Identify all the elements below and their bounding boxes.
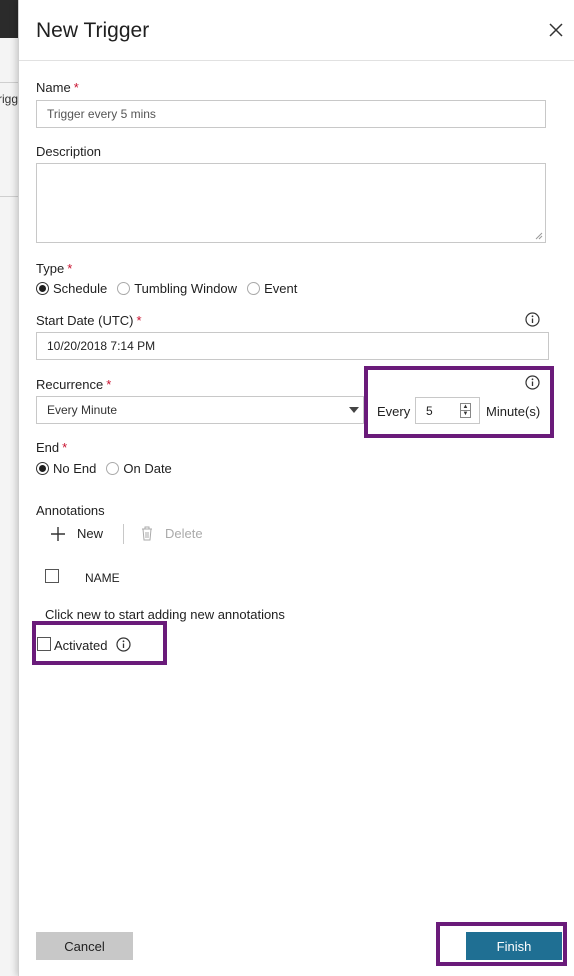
radio-icon: [106, 462, 120, 475]
background-tab-label: rigg: [0, 92, 18, 106]
description-label: Description: [36, 144, 102, 159]
background-divider: [0, 196, 18, 197]
type-option-label: Event: [264, 281, 298, 296]
end-option-label: No End: [53, 461, 97, 476]
end-option-no-end[interactable]: No End: [36, 461, 96, 476]
end-option-label: On Date: [123, 461, 172, 476]
cancel-button[interactable]: Cancel: [36, 932, 133, 960]
radio-selected-icon: [36, 462, 49, 475]
type-option-label: Schedule: [53, 281, 108, 296]
start-date-label: Start Date (UTC) *: [36, 313, 142, 328]
new-trigger-panel: New Trigger Name * Trigger every 5 mins D…: [18, 0, 574, 976]
name-label: Name *: [36, 80, 79, 95]
select-all-checkbox[interactable]: [45, 569, 59, 583]
name-input[interactable]: Trigger every 5 mins: [36, 100, 546, 128]
name-column-header: NAME: [85, 571, 120, 585]
start-date-value: 10/20/2018 7:14 PM: [47, 339, 156, 353]
start-date-input[interactable]: 10/20/2018 7:14 PM: [36, 332, 549, 360]
radio-selected-icon: [36, 282, 49, 295]
new-annotation-button[interactable]: New: [51, 526, 103, 541]
description-textarea[interactable]: [36, 163, 546, 243]
chevron-down-icon: [349, 407, 359, 413]
recurrence-selected-value: Every Minute: [47, 403, 118, 417]
background-topbar: [0, 0, 18, 38]
name-input-value: Trigger every 5 mins: [47, 107, 156, 121]
background-divider: [0, 82, 18, 83]
info-icon[interactable]: [525, 312, 540, 327]
recurrence-label: Recurrence *: [36, 377, 112, 392]
type-label: Type *: [36, 261, 73, 276]
type-option-schedule[interactable]: Schedule: [36, 281, 107, 296]
delete-label: Delete: [165, 526, 203, 541]
type-radio-group: Schedule Tumbling Window Event: [36, 281, 307, 296]
highlight-box: [436, 922, 567, 966]
background-app: [0, 0, 18, 976]
close-icon[interactable]: [546, 20, 566, 40]
highlight-box: [32, 621, 167, 665]
type-option-event[interactable]: Event: [247, 281, 297, 296]
end-label: End *: [36, 440, 68, 455]
delete-annotation-button[interactable]: Delete: [141, 526, 203, 541]
end-option-on-date[interactable]: On Date: [106, 461, 172, 476]
header-divider: [19, 60, 574, 61]
annotations-label: Annotations: [36, 503, 105, 518]
radio-icon: [247, 282, 261, 295]
panel-title: New Trigger: [36, 19, 150, 42]
plus-icon: [51, 526, 65, 541]
toolbar-divider: [123, 524, 124, 544]
highlight-box: [364, 366, 554, 438]
radio-icon: [117, 282, 131, 295]
trash-icon: [142, 526, 152, 541]
type-option-tumbling-window[interactable]: Tumbling Window: [117, 281, 237, 296]
new-label: New: [77, 526, 104, 541]
resize-grip-icon[interactable]: [534, 231, 543, 240]
recurrence-select[interactable]: Every Minute: [36, 396, 364, 424]
type-option-label: Tumbling Window: [134, 281, 238, 296]
end-radio-group: No End On Date: [36, 461, 182, 476]
annotations-empty-message: Click new to start adding new annotation…: [45, 607, 285, 622]
